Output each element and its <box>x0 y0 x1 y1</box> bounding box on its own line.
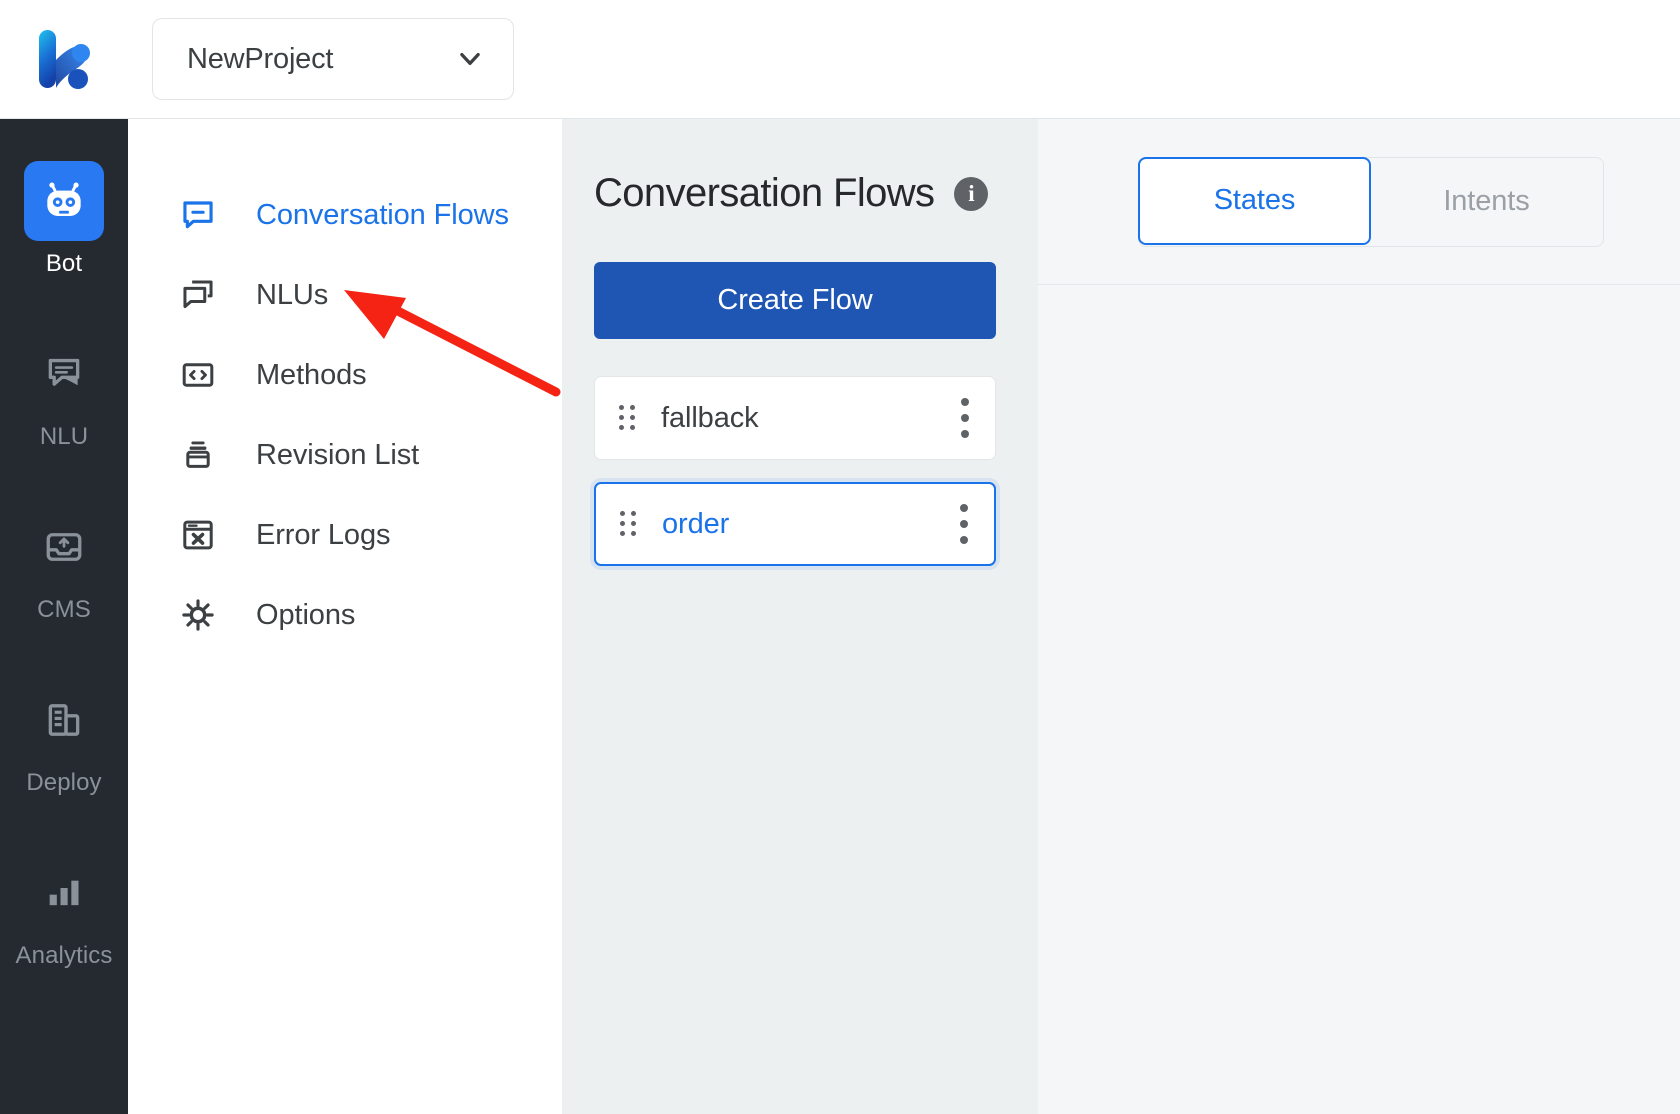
nav-item-conversation-flows[interactable]: Conversation Flows <box>128 175 562 255</box>
flows-header: Conversation Flows i <box>594 171 996 216</box>
rail-label-nlu: NLU <box>39 423 89 450</box>
speech-bubble-icon <box>24 334 104 414</box>
code-brackets-icon <box>179 356 217 394</box>
archive-icon <box>179 436 217 474</box>
rail-item-analytics[interactable]: Analytics <box>0 853 128 970</box>
nav-label-options: Options <box>256 598 356 631</box>
kore-k-logo-icon <box>39 30 90 89</box>
flow-card-fallback[interactable]: fallback <box>594 376 996 460</box>
kebab-menu-icon[interactable] <box>960 504 968 544</box>
bar-chart-icon <box>24 853 104 933</box>
flow-name-label: order <box>662 507 730 540</box>
tab-intents[interactable]: Intents <box>1370 158 1603 246</box>
rail-item-nlu[interactable]: NLU <box>0 334 128 451</box>
project-name-label: NewProject <box>187 42 334 75</box>
building-icon <box>24 680 104 760</box>
nav-item-revision-list[interactable]: Revision List <box>128 415 562 495</box>
nav-label-error-logs: Error Logs <box>256 518 391 551</box>
nav-label-methods: Methods <box>256 358 367 391</box>
rail-label-deploy: Deploy <box>26 769 102 796</box>
project-selector[interactable]: NewProject <box>152 18 514 100</box>
rail-label-bot: Bot <box>45 250 83 277</box>
nav-label-revision-list: Revision List <box>256 438 420 471</box>
drag-handle-icon[interactable] <box>620 511 638 537</box>
tab-states[interactable]: States <box>1138 156 1371 245</box>
kebab-menu-icon[interactable] <box>961 398 969 438</box>
gear-icon <box>179 596 217 634</box>
nav-item-options[interactable]: Options <box>128 575 562 655</box>
app-root: NewProject Bot NLU CMS Deploy Analytics … <box>0 0 1680 1114</box>
rail-label-analytics: Analytics <box>15 942 113 969</box>
detail-tabs-row: States Intents <box>1038 119 1680 285</box>
nav-item-nlus[interactable]: NLUs <box>128 255 562 335</box>
nav-item-error-logs[interactable]: Error Logs <box>128 495 562 575</box>
info-icon[interactable]: i <box>954 176 989 211</box>
chevron-down-icon <box>460 53 480 65</box>
window-error-icon <box>179 516 217 554</box>
rail-item-deploy[interactable]: Deploy <box>0 680 128 797</box>
drag-handle-icon[interactable] <box>619 405 637 431</box>
brand-logo[interactable] <box>0 0 128 119</box>
rail-item-cms[interactable]: CMS <box>0 507 128 624</box>
rail-label-cms: CMS <box>37 596 91 623</box>
inbox-icon <box>24 507 104 587</box>
detail-panel: States Intents <box>1038 119 1680 1114</box>
app-rail: Bot NLU CMS Deploy Analytics <box>0 119 128 1114</box>
nav-item-methods[interactable]: Methods <box>128 335 562 415</box>
flow-card-order[interactable]: order <box>594 482 996 566</box>
rail-item-bot[interactable]: Bot <box>0 161 128 278</box>
conversation-flows-panel: Conversation Flows i Create Flow fallbac… <box>562 119 1038 1114</box>
page-title: Conversation Flows <box>594 171 935 215</box>
nav-label-nlus: NLUs <box>256 278 329 311</box>
section-nav: Conversation Flows NLUs Methods Revision… <box>128 119 562 1114</box>
chat-box-icon <box>179 196 217 234</box>
detail-tabgroup: States Intents <box>1138 156 1604 247</box>
create-flow-button[interactable]: Create Flow <box>594 262 996 339</box>
top-header: NewProject <box>0 0 1680 119</box>
flow-name-label: fallback <box>661 401 759 434</box>
robot-icon <box>24 161 104 241</box>
copy-chat-icon <box>179 276 217 314</box>
nav-label-conversation-flows: Conversation Flows <box>256 198 509 231</box>
